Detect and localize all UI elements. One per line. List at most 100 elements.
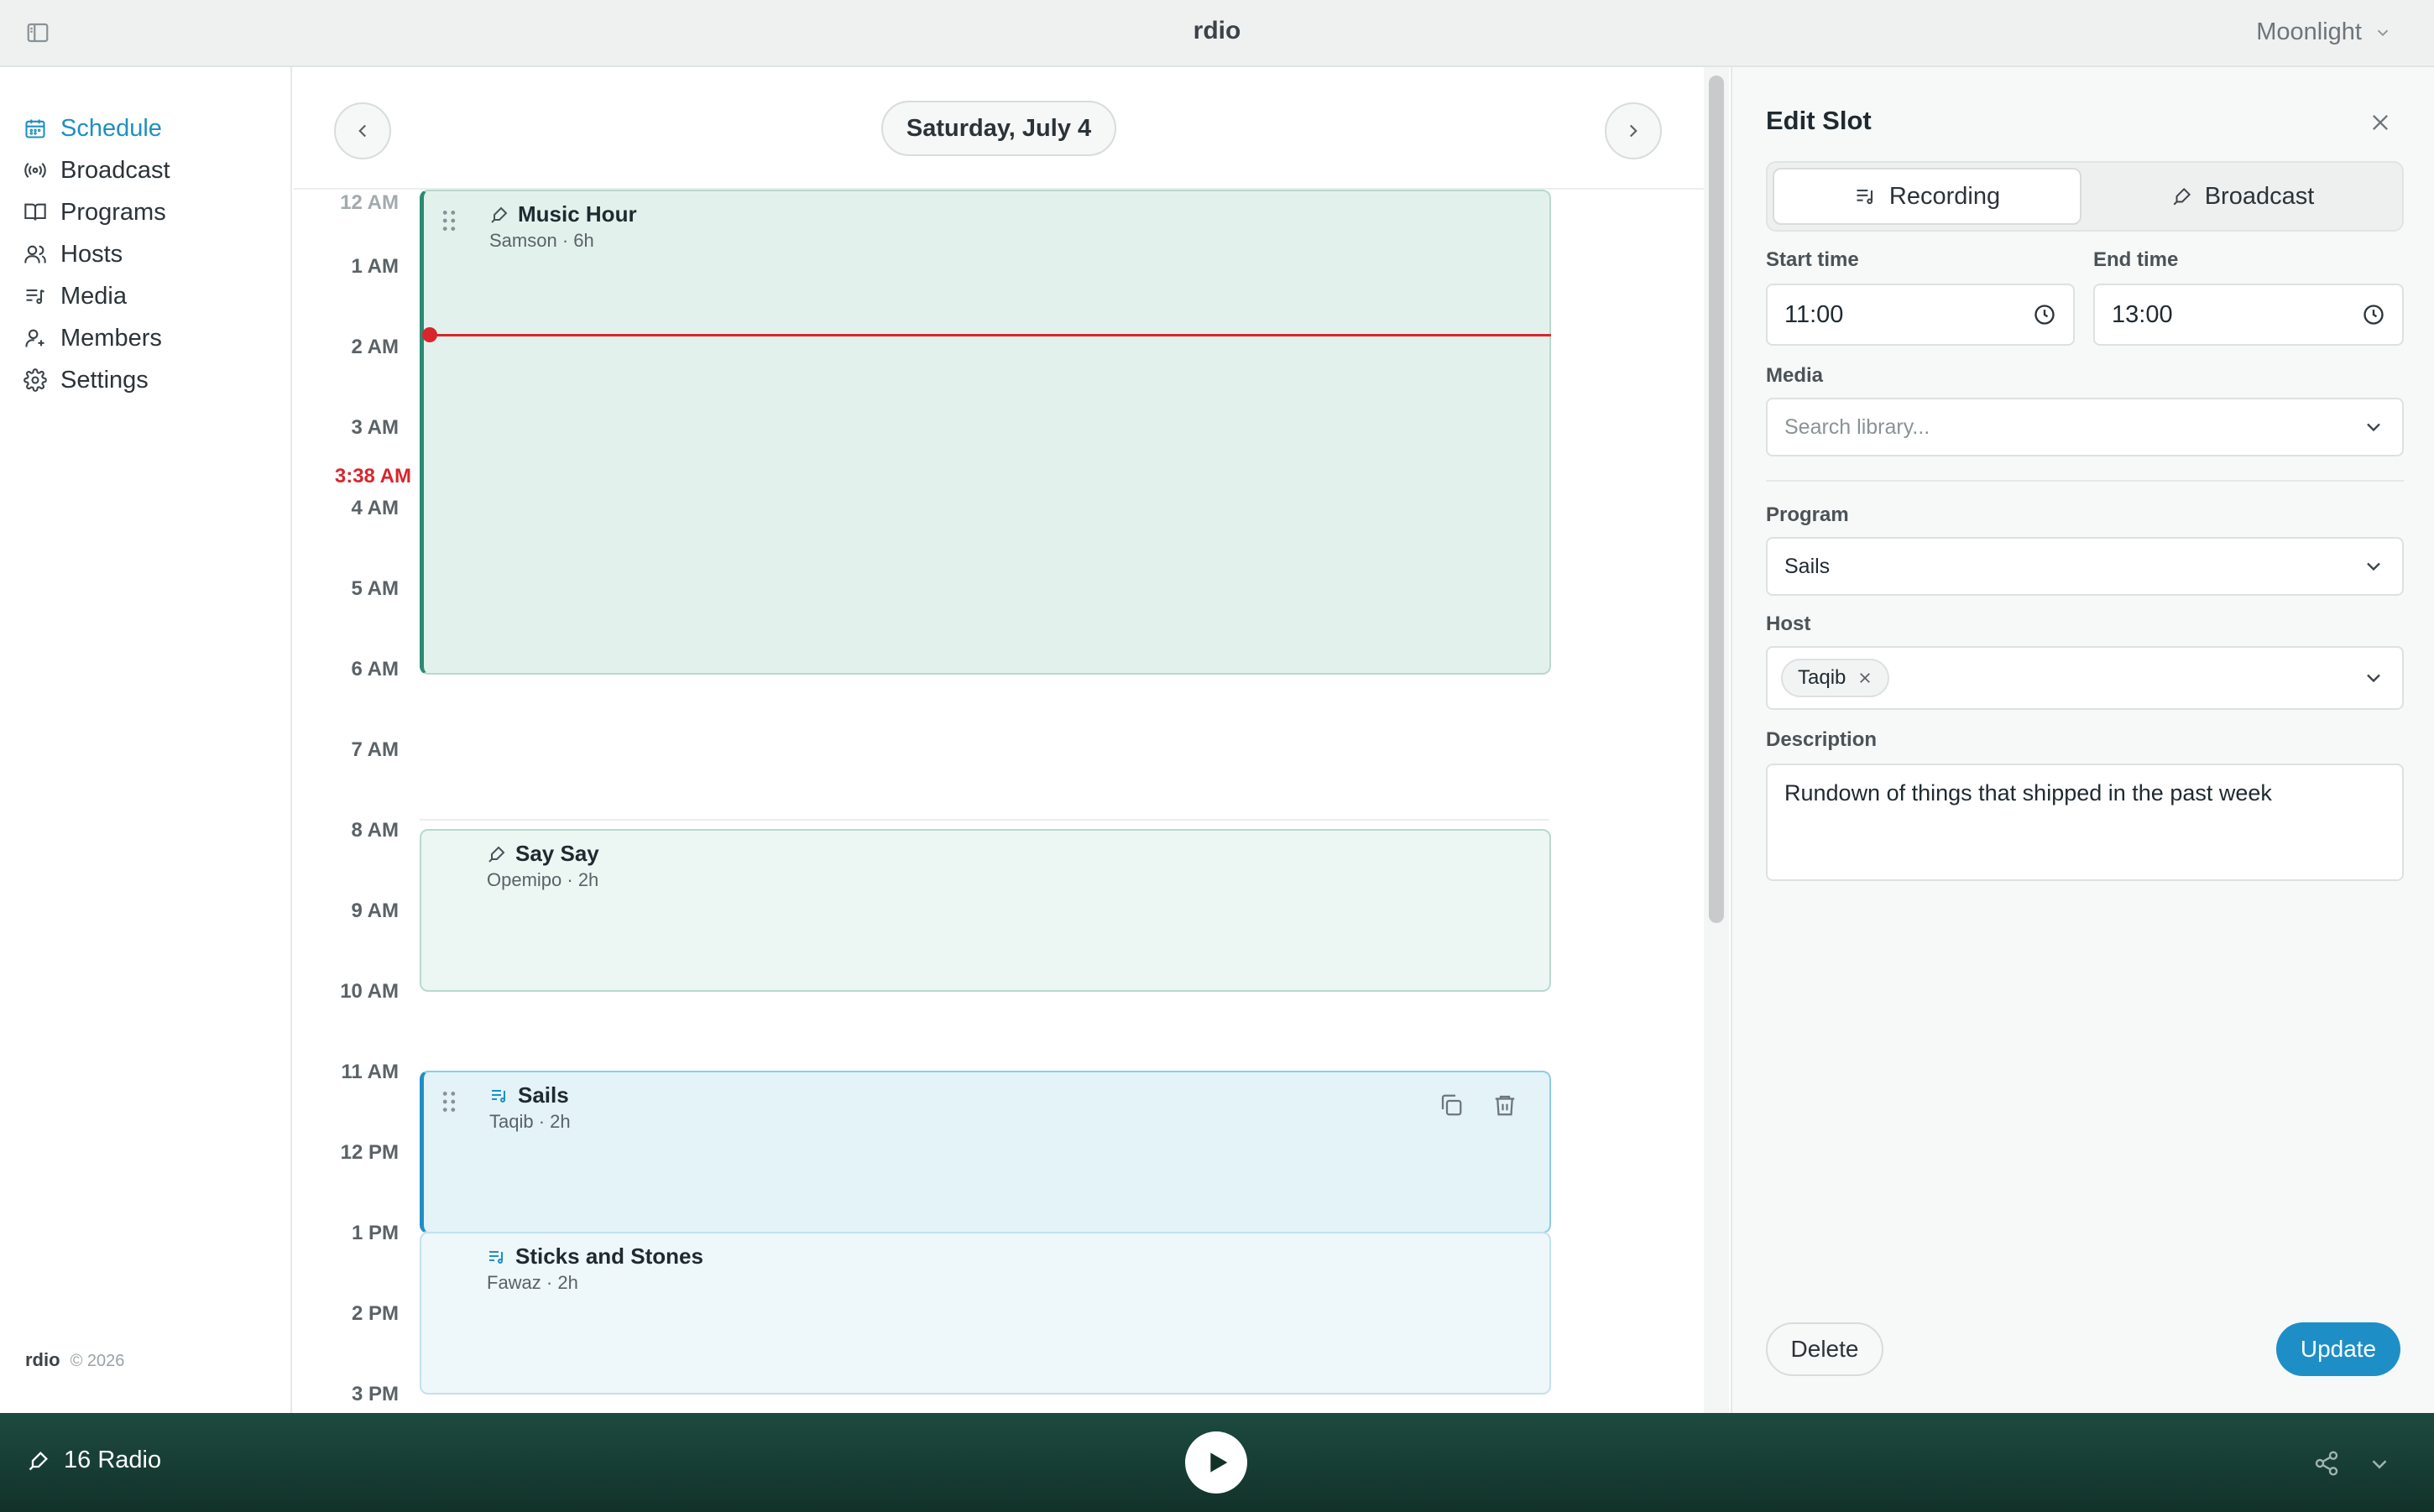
end-time-label: End time xyxy=(2093,248,2179,271)
next-day-button[interactable] xyxy=(1605,102,1662,159)
sidebar-item-hosts[interactable]: Hosts xyxy=(24,233,170,275)
schedule-slot-selected[interactable]: Sails Taqib · 2h xyxy=(420,1071,1551,1233)
mic-icon xyxy=(2173,187,2191,206)
slot-title: Say Say xyxy=(487,841,599,867)
now-indicator-dot xyxy=(422,327,437,342)
description-label: Description xyxy=(1766,728,1878,751)
remove-chip-icon[interactable] xyxy=(1857,670,1873,686)
slot-title-text: Sails xyxy=(518,1082,569,1108)
slot-title: Music Hour xyxy=(489,201,637,227)
hour-label: 5 AM xyxy=(351,577,399,600)
program-select[interactable]: Sails xyxy=(1766,537,2404,596)
host-multiselect[interactable]: Taqib xyxy=(1766,646,2404,710)
top-bar: rdio Moonlight xyxy=(0,0,2434,67)
music-list-icon xyxy=(26,289,44,305)
hour-label: 12 PM xyxy=(340,1141,399,1164)
hour-gridline xyxy=(420,819,1549,821)
chevron-down-icon xyxy=(2367,423,2380,432)
description-textarea[interactable]: Rundown of things that shipped in the pa… xyxy=(1766,764,2404,881)
start-time-label: Start time xyxy=(1766,248,1859,271)
sidebar-item-broadcast[interactable]: Broadcast xyxy=(24,149,170,191)
host-chip: Taqib xyxy=(1781,659,1890,697)
sidebar-item-label: Schedule xyxy=(60,114,162,142)
sidebar-item-media[interactable]: Media xyxy=(24,275,170,317)
hour-label: 3 PM xyxy=(351,1383,399,1405)
close-icon[interactable] xyxy=(2369,111,2392,134)
hour-label: 12 AM xyxy=(340,191,399,214)
delete-button[interactable]: Delete xyxy=(1766,1322,1883,1376)
slot-title-text: Say Say xyxy=(515,841,599,866)
update-button[interactable]: Update xyxy=(2276,1322,2400,1376)
play-button[interactable] xyxy=(1185,1431,1247,1494)
trash-icon[interactable] xyxy=(1492,1092,1517,1118)
sidebar-item-members[interactable]: Members xyxy=(24,317,170,359)
scroll-track xyxy=(1704,67,1729,1413)
sidebar: Schedule Broadcast Programs Hosts Media … xyxy=(0,67,292,1413)
duplicate-icon[interactable] xyxy=(1439,1092,1464,1118)
hour-label: 2 PM xyxy=(351,1302,399,1325)
host-chip-label: Taqib xyxy=(1798,666,1846,689)
app-title: rdio xyxy=(1193,17,1241,44)
music-list-icon xyxy=(492,1089,505,1103)
users-icon xyxy=(24,245,46,263)
date-picker-button[interactable]: Saturday, July 4 xyxy=(881,101,1116,156)
start-time-field[interactable]: 11:00 xyxy=(1766,284,2075,346)
calendar-icon xyxy=(25,119,45,138)
slot-title: Sticks and Stones xyxy=(487,1243,703,1270)
media-search-select[interactable]: Search library... xyxy=(1766,398,2404,456)
timeline: 12 AM 1 AM 2 AM 3 AM 4 AM 5 AM 6 AM 7 AM… xyxy=(294,190,1704,1413)
slot-actions xyxy=(1439,1092,1517,1118)
schedule-slot[interactable]: Music Hour Samson · 6h xyxy=(420,190,1551,675)
hour-label: 3 AM xyxy=(351,416,399,439)
drag-handle-icon[interactable] xyxy=(442,210,459,235)
sidebar-item-settings[interactable]: Settings xyxy=(24,359,170,401)
tab-label: Broadcast xyxy=(2204,182,2315,210)
date-header: Saturday, July 4 xyxy=(294,67,1704,190)
footer-brand: rdio xyxy=(25,1349,60,1370)
media-label: Media xyxy=(1766,364,1824,387)
music-list-icon xyxy=(489,1250,503,1264)
schedule-slot[interactable]: Sticks and Stones Fawaz · 2h xyxy=(420,1232,1551,1395)
tab-broadcast[interactable]: Broadcast xyxy=(2088,168,2397,225)
end-time-field[interactable]: 13:00 xyxy=(2093,284,2404,346)
play-icon xyxy=(1210,1452,1228,1473)
mic-icon xyxy=(491,206,508,223)
hour-label: 9 AM xyxy=(351,899,399,922)
slot-subtitle: Opemipo · 2h xyxy=(487,869,599,890)
sidebar-nav: Schedule Broadcast Programs Hosts Media … xyxy=(24,107,170,401)
clock-icon xyxy=(2034,305,2055,325)
now-time-label: 3:38 AM xyxy=(334,465,411,487)
edit-slot-panel: Edit Slot Recording Broadcast Start time… xyxy=(1731,67,2434,1413)
schedule-slot[interactable]: Say Say Opemipo · 2h xyxy=(420,829,1551,992)
panel-title: Edit Slot xyxy=(1766,106,1872,135)
user-plus-icon xyxy=(25,329,44,347)
tab-recording[interactable]: Recording xyxy=(1773,168,2081,225)
hour-label: 6 AM xyxy=(351,658,399,680)
gear-icon xyxy=(24,368,47,392)
slot-subtitle: Taqib · 2h xyxy=(489,1111,571,1132)
sidebar-item-label: Hosts xyxy=(60,240,123,268)
hour-label: 2 AM xyxy=(351,336,399,358)
hour-label: 10 AM xyxy=(340,980,399,1003)
player-bar: 16 Radio xyxy=(0,1413,2434,1512)
hour-label: 7 AM xyxy=(351,738,399,761)
scrollbar-thumb[interactable] xyxy=(1709,76,1724,923)
hour-label: 11 AM xyxy=(341,1061,399,1083)
slot-subtitle: Fawaz · 2h xyxy=(487,1272,578,1293)
slot-title: Sails xyxy=(489,1082,569,1108)
prev-day-button[interactable] xyxy=(334,102,391,159)
end-time-value: 13:00 xyxy=(2112,300,2173,328)
sidebar-item-schedule[interactable]: Schedule xyxy=(24,107,170,149)
chevron-down-icon xyxy=(2367,562,2380,571)
drag-handle-icon[interactable] xyxy=(442,1091,459,1116)
hour-label: 8 AM xyxy=(351,819,399,842)
sidebar-item-label: Media xyxy=(60,282,127,310)
share-icon[interactable] xyxy=(2313,1450,2340,1477)
station-name: 16 Radio xyxy=(64,1447,162,1473)
hour-label: 1 AM xyxy=(351,255,399,278)
hour-label: 4 AM xyxy=(351,497,399,519)
sidebar-item-programs[interactable]: Programs xyxy=(24,191,170,233)
tab-label: Recording xyxy=(1888,182,2001,210)
chevron-down-icon[interactable] xyxy=(2367,1452,2392,1477)
theme-select[interactable]: Moonlight xyxy=(2256,18,2392,46)
